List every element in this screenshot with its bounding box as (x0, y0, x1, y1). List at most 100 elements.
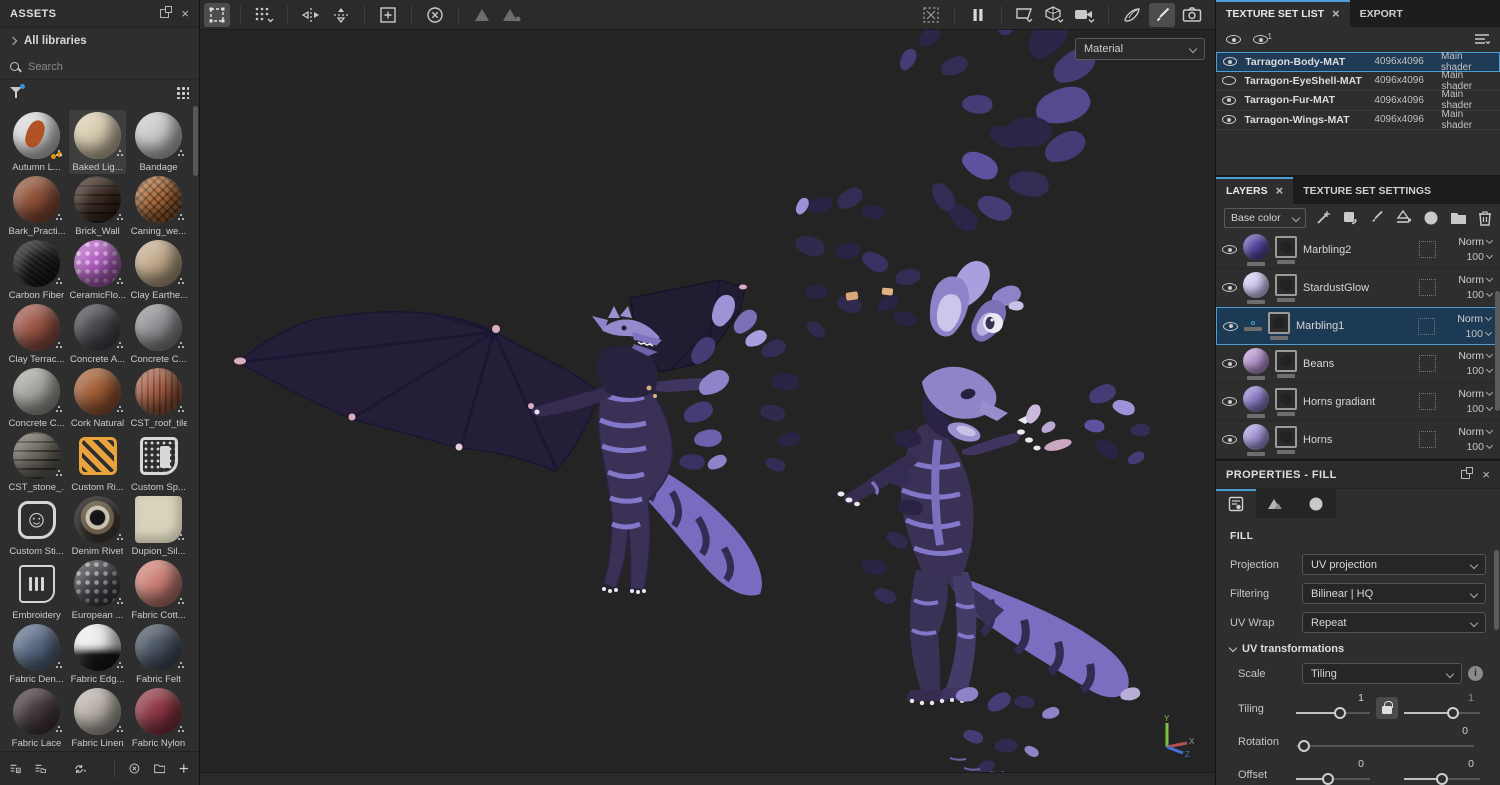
add-effect-icon[interactable] (1315, 210, 1331, 226)
tab-layers[interactable]: LAYERS × (1216, 177, 1294, 205)
asset-item[interactable]: Concrete A... (69, 302, 126, 366)
asset-item[interactable]: Embroidery (8, 558, 65, 622)
layer-thumbnail[interactable] (1243, 347, 1269, 374)
rotation-slider[interactable] (1296, 740, 1474, 752)
layer-row[interactable]: StardustGlow Norm 100 (1216, 269, 1500, 308)
asset-item[interactable]: Cork Natural (69, 366, 126, 430)
grid-view-icon[interactable] (176, 85, 189, 99)
layer-thumbnail[interactable] (1243, 271, 1269, 298)
stencil-off-icon[interactable] (918, 3, 944, 27)
clear-session-icon[interactable] (129, 760, 140, 777)
folder-icon[interactable] (154, 761, 166, 776)
layer-mask-thumbnail[interactable] (1275, 273, 1297, 296)
paint-brush-icon[interactable] (1149, 2, 1175, 27)
scale-dropdown[interactable]: Tiling (1302, 663, 1462, 684)
asset-item[interactable]: Caning_we... (130, 174, 187, 238)
layer-row-selected[interactable]: Marbling1 Norm 100 (1216, 307, 1500, 346)
opacity-dropdown[interactable]: 100 (1466, 441, 1494, 453)
layer-mask-thumbnail[interactable] (1275, 235, 1297, 258)
particles-icon[interactable] (1119, 3, 1145, 27)
collection-folder-icon[interactable] (35, 761, 46, 776)
texture-set-row[interactable]: Tarragon-Fur-MAT 4096x4096 Main shader (1216, 89, 1500, 111)
screenshot-camera-icon[interactable] (1179, 3, 1205, 27)
asset-item[interactable]: Concrete C... (130, 302, 187, 366)
blend-mode-dropdown[interactable]: Norm (1458, 274, 1494, 286)
viewport-display-dropdown[interactable]: Material (1075, 38, 1205, 60)
viewport-3d[interactable]: Material Y X Z (200, 0, 1215, 785)
axis-gizmo[interactable]: Y X Z (1153, 713, 1199, 757)
properties-scrollbar[interactable] (1494, 550, 1499, 630)
visibility-eye-icon[interactable] (1223, 321, 1238, 331)
filtering-dropdown[interactable]: Bilinear | HQ (1302, 583, 1486, 604)
visibility-eye-icon[interactable] (1222, 397, 1237, 407)
layer-row[interactable]: Horns Norm 100 (1216, 421, 1500, 460)
asset-item[interactable]: Fabric Felt (130, 622, 187, 686)
undock-icon[interactable] (160, 6, 173, 18)
uv-transformations-header[interactable]: UV transformations (1228, 643, 1486, 655)
layer-mask-thumbnail[interactable] (1275, 425, 1297, 448)
opacity-dropdown[interactable]: 100 (1466, 251, 1494, 263)
opacity-dropdown[interactable]: 100 (1466, 365, 1494, 377)
stencil-grid-icon[interactable] (251, 3, 277, 27)
asset-item[interactable]: Brick_Wall (69, 174, 126, 238)
asset-item[interactable]: Concrete C... (8, 366, 65, 430)
asset-item[interactable]: Dupion_Sil... (130, 494, 187, 558)
visibility-eye-icon[interactable] (1222, 359, 1237, 369)
mesh-mode-icon[interactable] (1042, 3, 1068, 27)
tab-export[interactable]: EXPORT (1349, 0, 1413, 27)
tab-geometry[interactable] (1256, 489, 1296, 518)
opacity-dropdown[interactable]: 100 (1466, 403, 1494, 415)
camera-mode-icon[interactable] (1072, 3, 1098, 27)
layer-thumbnail[interactable] (1243, 423, 1269, 450)
layer-thumbnail[interactable] (1243, 233, 1269, 260)
blend-mode-dropdown[interactable]: Norm (1458, 236, 1494, 248)
asset-item[interactable]: Clay Terrac... (8, 302, 65, 366)
layer-mask-thumbnail[interactable] (1268, 312, 1290, 335)
asset-item[interactable]: Bark_Practi... (8, 174, 65, 238)
visibility-eye-icon[interactable] (1223, 57, 1238, 67)
layer-row[interactable]: Beans Norm 100 (1216, 345, 1500, 384)
add-fill-layer-icon[interactable] (1342, 210, 1358, 226)
asset-item[interactable]: Bandage (130, 110, 187, 174)
asset-item[interactable]: Fabric Edg... (69, 622, 126, 686)
asset-item[interactable]: Carbon Fiber (8, 238, 65, 302)
add-list-icon[interactable] (10, 761, 21, 776)
add-mask-icon[interactable] (1395, 210, 1412, 225)
tab-material[interactable] (1296, 489, 1336, 518)
undock-icon[interactable] (1461, 467, 1474, 479)
visibility-eye-icon[interactable] (1222, 76, 1237, 86)
offset-x-slider[interactable] (1296, 773, 1370, 785)
channel-dropdown[interactable]: Base color (1224, 207, 1306, 228)
list-options-icon[interactable] (1474, 33, 1490, 46)
visibility-eye-icon[interactable] (1222, 95, 1237, 105)
toggle-all-visibility-icon[interactable] (1226, 35, 1241, 44)
add-folder-icon[interactable] (1450, 211, 1467, 225)
asset-item[interactable]: Custom Sp... (130, 430, 187, 494)
rotation-value[interactable]: 0 (1462, 725, 1474, 737)
tiling-x-slider[interactable] (1296, 707, 1370, 719)
projection-dropdown[interactable]: UV projection (1302, 554, 1486, 575)
layer-row[interactable]: Marbling2 Norm 100 (1216, 231, 1500, 270)
blend-mode-dropdown[interactable]: Norm (1458, 388, 1494, 400)
layers-scrollbar[interactable] (1495, 291, 1500, 412)
blend-mode-dropdown[interactable]: Norm (1458, 426, 1494, 438)
tiling-y-slider[interactable] (1404, 707, 1480, 719)
asset-item[interactable]: Fabric Cott... (130, 558, 187, 622)
pause-icon[interactable] (965, 3, 991, 27)
opacity-dropdown[interactable]: 100 (1466, 289, 1494, 301)
offset-x-value[interactable]: 0 (1358, 758, 1370, 770)
geometry-mask-icon[interactable] (469, 3, 495, 27)
symmetry-off-icon[interactable] (422, 3, 448, 27)
display-mode-icon[interactable] (1012, 3, 1038, 27)
info-icon[interactable]: i (1468, 666, 1483, 681)
asset-item-selected[interactable]: Baked Lig... (69, 110, 126, 174)
visibility-eye-icon[interactable] (1222, 245, 1237, 255)
tab-fill-settings[interactable] (1216, 489, 1256, 518)
uv-wrap-dropdown[interactable]: Repeat (1302, 612, 1486, 633)
asset-item[interactable]: CeramicFlo... (69, 238, 126, 302)
layer-mask-thumbnail[interactable] (1275, 349, 1297, 372)
asset-item[interactable]: CST_roof_tile (130, 366, 187, 430)
close-icon[interactable]: × (1332, 7, 1340, 20)
asset-item[interactable]: Fabric Linen (69, 686, 126, 750)
asset-item[interactable]: Fabric Nylon (130, 686, 187, 750)
